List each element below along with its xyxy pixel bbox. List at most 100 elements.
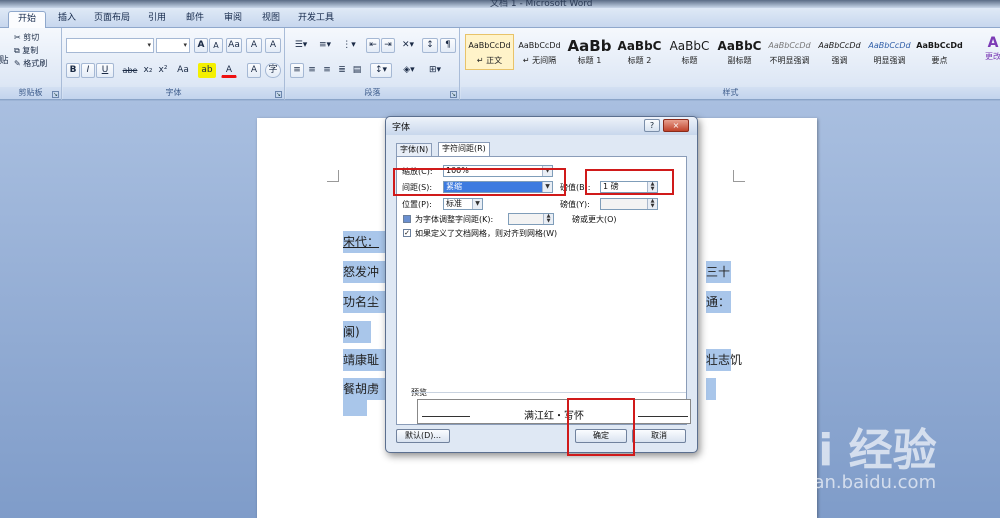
tab-review[interactable]: 审阅	[216, 11, 250, 28]
character-spacing-panel: 缩放(C): 100% ▼ 间距(S): 紧缩 ▼ 磅值(B): 1 磅 ▲ ▼ …	[396, 156, 691, 425]
tab-character-spacing[interactable]: 字符间距(R)	[438, 142, 490, 157]
style-normal[interactable]: AaBbCcDd ↵ 正文	[465, 34, 514, 70]
style-subtitle[interactable]: AaBbC 副标题	[715, 34, 764, 70]
style-name: 标题	[681, 56, 698, 65]
tab-references[interactable]: 引用	[140, 11, 174, 28]
tab-view[interactable]: 视图	[254, 11, 288, 28]
annotation-spacing	[393, 168, 566, 196]
phonetic-guide-button[interactable]: A	[246, 38, 262, 53]
window-title: 文档 1 - Microsoft Word	[490, 0, 593, 8]
numbering-icon[interactable]: ≡▾	[314, 38, 336, 53]
align-right-icon[interactable]: ≡	[320, 63, 334, 78]
styles-group-label: 样式	[461, 87, 1000, 99]
style-sample: AaBb	[567, 37, 612, 55]
change-case-button[interactable]: Aa	[173, 63, 193, 78]
sort-icon[interactable]: ↕	[422, 38, 438, 53]
font-name-combo[interactable]: ▾	[66, 38, 154, 53]
tab-home[interactable]: 开始	[8, 11, 46, 28]
grow-font-button[interactable]: A	[194, 38, 208, 53]
kerning-input[interactable]: ▲ ▼	[508, 213, 554, 225]
copy-label: 复制	[22, 46, 39, 55]
italic-button[interactable]: I	[81, 63, 95, 78]
doc-line: 功名尘	[343, 291, 391, 313]
change-styles-label: 更改	[985, 52, 1000, 61]
help-button[interactable]: ?	[644, 119, 660, 132]
font-launcher-icon[interactable]: ↘	[275, 91, 282, 98]
tab-font[interactable]: 字体(N)	[396, 143, 433, 157]
dialog-titlebar[interactable]: 字体 ? ×	[386, 117, 697, 135]
enclose-char-button[interactable]: A	[265, 38, 281, 53]
tab-mailings[interactable]: 邮件	[178, 11, 212, 28]
default-button[interactable]: 默认(D)...	[396, 429, 450, 443]
strikethrough-button[interactable]: abe	[121, 63, 139, 78]
style-name: ↵ 无间隔	[522, 56, 557, 65]
spinner-icon[interactable]: ▲ ▼	[543, 214, 553, 224]
borders-icon[interactable]: ⊞▾	[424, 63, 446, 78]
align-left-icon[interactable]: ≡	[290, 63, 304, 78]
kerning-suffix: 磅或更大(O)	[572, 215, 617, 224]
font-color-button[interactable]: A	[221, 63, 237, 78]
subscript-button[interactable]: x₂	[141, 63, 155, 78]
doc-right-fragment: 壮志饥	[706, 349, 742, 371]
close-button[interactable]: ×	[663, 119, 689, 132]
paste-button[interactable]: 贴	[0, 54, 10, 69]
kerning-label: 为字体调整字间距(K):	[415, 215, 494, 224]
tab-insert[interactable]: 插入	[50, 11, 84, 28]
ribbon: 贴 ✂ 剪切 ⧉ 复制 ✎ 格式刷 剪贴板 ↘ ▾ ▾ A A Aa A A B…	[0, 28, 1000, 100]
char-shading-button[interactable]: A	[247, 63, 261, 78]
chevron-down-icon: ▾	[183, 41, 187, 49]
style-name: 强调	[831, 56, 848, 65]
spinner-icon[interactable]: ▲ ▼	[647, 199, 657, 209]
position-by-input[interactable]: ▲ ▼	[600, 198, 658, 210]
preview-box: 满江红・写怀	[417, 399, 691, 424]
copy-button[interactable]: ⧉ 复制	[14, 45, 38, 56]
watermark: Bai 经验 jingyan.baidu.com	[745, 414, 995, 514]
title-bar: 文档 1 - Microsoft Word	[0, 0, 1000, 8]
underline-button[interactable]: U	[96, 63, 114, 78]
change-styles-button[interactable]: A 更改	[983, 36, 1000, 70]
style-subtle-emphasis[interactable]: AaBbCcDd 不明显强调	[765, 34, 814, 70]
font-group-label: 字体	[63, 87, 284, 99]
style-heading-2[interactable]: AaBbC 标题 2	[615, 34, 664, 70]
kerning-checkbox[interactable]	[403, 215, 411, 223]
superscript-button[interactable]: x²	[156, 63, 170, 78]
tab-developer[interactable]: 开发工具	[292, 11, 340, 28]
cancel-button[interactable]: 取消	[632, 429, 686, 443]
chinese-layout-icon[interactable]: ✕▾	[397, 38, 419, 53]
font-size-combo[interactable]: ▾	[156, 38, 190, 53]
highlight-button[interactable]: ab	[198, 63, 216, 78]
style-strong[interactable]: AaBbCcDd 要点	[915, 34, 964, 70]
style-heading-1[interactable]: AaBb 标题 1	[565, 34, 614, 70]
style-emphasis[interactable]: AaBbCcDd 强调	[815, 34, 864, 70]
cut-button[interactable]: ✂ 剪切	[14, 32, 39, 43]
format-painter-button[interactable]: ✎ 格式刷	[14, 58, 47, 69]
style-name: 要点	[931, 56, 948, 65]
decrease-indent-icon[interactable]: ⇤	[366, 38, 380, 53]
show-marks-icon[interactable]: ¶	[440, 38, 456, 53]
multilevel-list-icon[interactable]: ⋮▾	[338, 38, 360, 53]
style-intense-emphasis[interactable]: AaBbCcDd 明显强调	[865, 34, 914, 70]
distribute-icon[interactable]: ▤	[350, 63, 364, 78]
paragraph-launcher-icon[interactable]: ↘	[450, 91, 457, 98]
tab-page-layout[interactable]: 页面布局	[88, 11, 136, 28]
format-painter-label: 格式刷	[23, 59, 48, 68]
style-title[interactable]: AaBbC 标题	[665, 34, 714, 70]
paragraph-group-label: 段落	[286, 87, 459, 99]
clipboard-launcher-icon[interactable]: ↘	[52, 91, 59, 98]
snap-to-grid-checkbox[interactable]: ✓	[403, 229, 411, 237]
bullets-icon[interactable]: ☰▾	[290, 38, 312, 53]
style-sample: AaBbCcDd	[768, 41, 811, 50]
justify-icon[interactable]: ≣	[335, 63, 349, 78]
style-name: 副标题	[727, 56, 752, 65]
shrink-font-button[interactable]: A	[209, 38, 223, 53]
line-spacing-icon[interactable]: ↕▾	[370, 63, 392, 78]
position-select[interactable]: 标准 ▼	[443, 198, 483, 210]
increase-indent-icon[interactable]: ⇥	[381, 38, 395, 53]
bold-button[interactable]: B	[66, 63, 80, 78]
style-no-spacing[interactable]: AaBbCcDd ↵ 无间隔	[515, 34, 564, 70]
style-sample: AaBbC	[669, 39, 710, 53]
align-center-icon[interactable]: ≡	[305, 63, 319, 78]
enclose-circle-button[interactable]: 字	[265, 63, 281, 78]
shading-icon[interactable]: ◈▾	[398, 63, 420, 78]
clear-format-button[interactable]: Aa	[226, 38, 242, 53]
